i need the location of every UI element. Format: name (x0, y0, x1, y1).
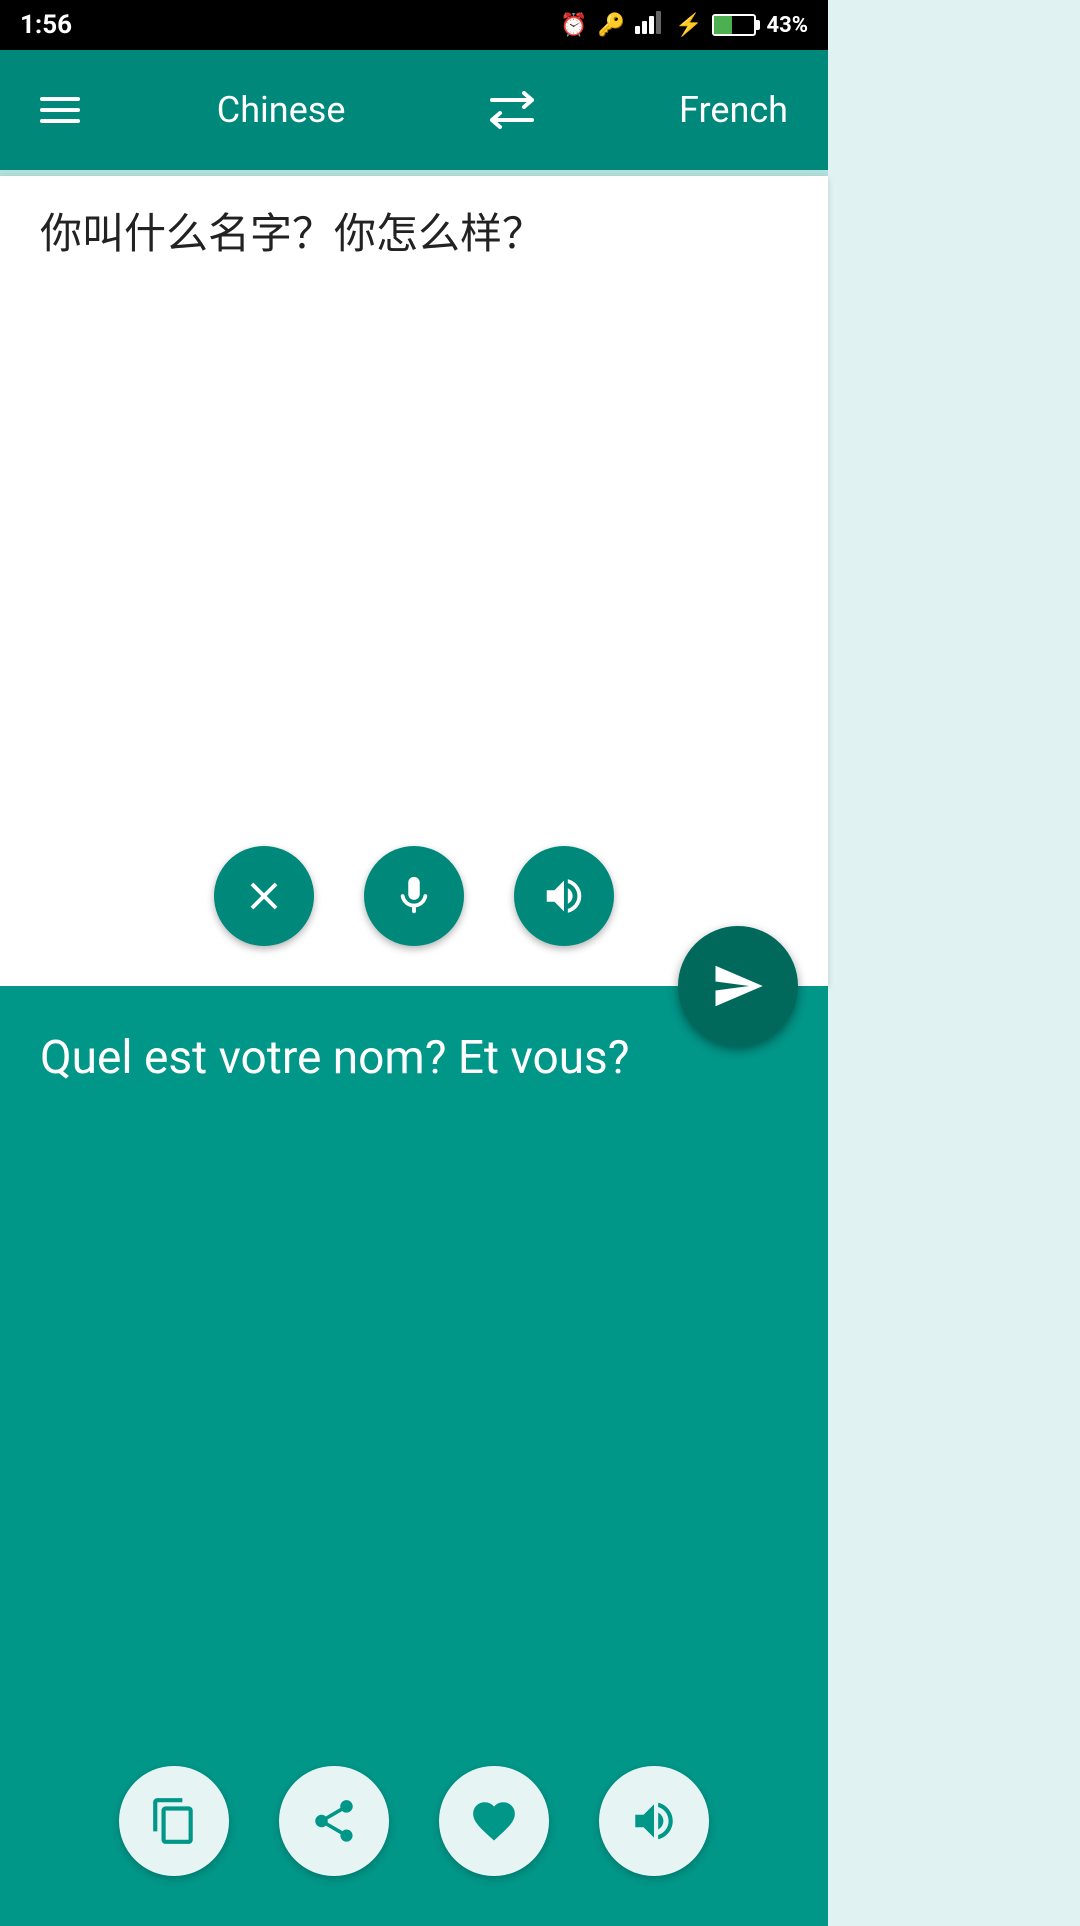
battery-percent: 43% (766, 13, 808, 38)
source-language[interactable]: Chinese (217, 89, 346, 131)
output-actions (0, 1766, 828, 1876)
output-panel: Quel est votre nom? Et vous? (0, 986, 828, 1926)
signal-icon (635, 10, 665, 40)
mic-button[interactable] (364, 846, 464, 946)
menu-button[interactable] (40, 97, 80, 123)
alarm-icon: ⏰ (560, 13, 587, 38)
source-text[interactable]: 你叫什么名字？你怎么样？ (40, 206, 788, 265)
translated-text: Quel est votre nom? Et vous? (40, 1026, 788, 1090)
heart-icon (469, 1796, 519, 1846)
status-bar: 1:56 ⏰ 🔑 ⚡ 43% (0, 0, 828, 50)
close-icon (241, 873, 287, 919)
swap-languages-button[interactable] (482, 85, 542, 135)
favorite-button[interactable] (439, 1766, 549, 1876)
mic-icon (391, 873, 437, 919)
copy-icon (149, 1796, 199, 1846)
translate-button[interactable] (678, 926, 798, 1046)
volume-icon (541, 873, 587, 919)
charging-icon: ⚡ (675, 13, 702, 38)
status-icons: ⏰ 🔑 ⚡ 43% (560, 10, 808, 40)
copy-button[interactable] (119, 1766, 229, 1876)
share-button[interactable] (279, 1766, 389, 1876)
target-speak-button[interactable] (599, 1766, 709, 1876)
input-actions (0, 846, 828, 946)
battery-bar (712, 14, 756, 36)
toolbar: Chinese French (0, 50, 828, 170)
target-language[interactable]: French (679, 89, 788, 131)
input-panel: 你叫什么名字？你怎么样？ (0, 176, 828, 986)
status-time: 1:56 (20, 10, 72, 40)
source-speak-button[interactable] (514, 846, 614, 946)
sim-icon: 🔑 (598, 13, 625, 38)
volume-icon (629, 1796, 679, 1846)
clear-button[interactable] (214, 846, 314, 946)
share-icon (309, 1796, 359, 1846)
send-icon (711, 959, 765, 1013)
